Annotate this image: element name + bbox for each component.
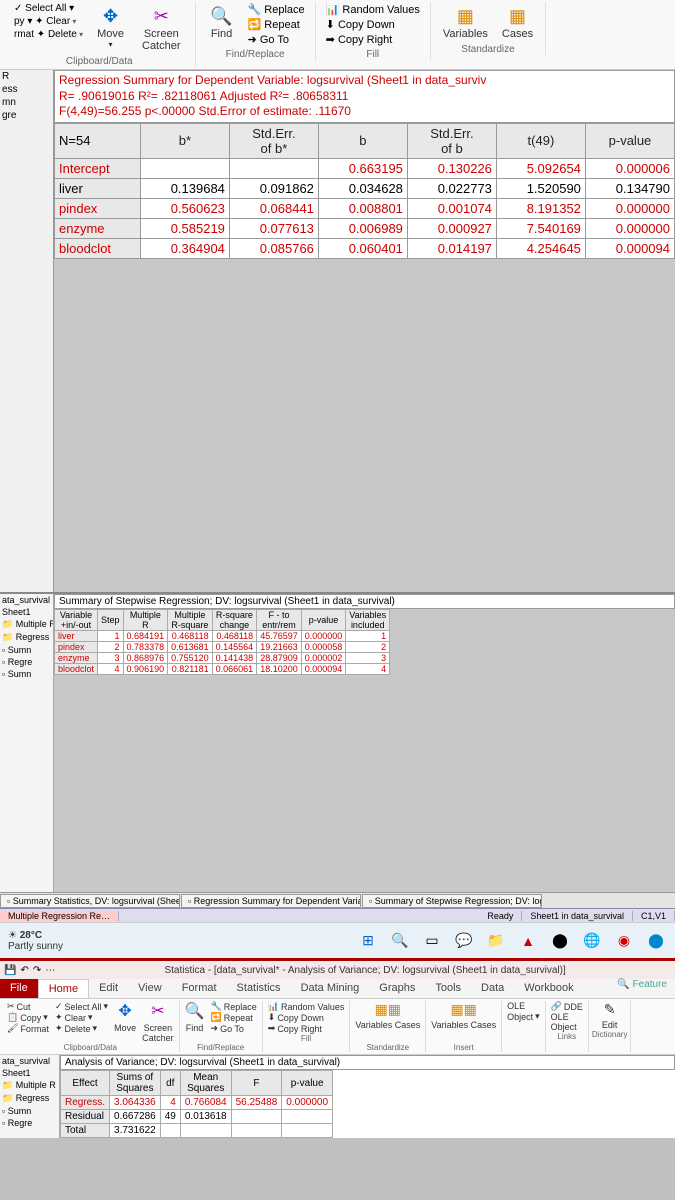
move-icon: ✥: [99, 4, 123, 28]
app2-icon[interactable]: ◉: [613, 930, 635, 952]
repeat-button[interactable]: 🔁 Repeat: [244, 17, 309, 32]
replace-button2[interactable]: 🔧 Replace: [209, 1001, 259, 1012]
status-bar: Multiple Regression Re… Ready Sheet1 in …: [0, 908, 675, 922]
ribbon-top: ✓ Select All ▾ py ▾ ✦ Clear rmat ✦ Delet…: [0, 0, 675, 70]
variables-button[interactable]: ▦Variables: [437, 2, 494, 42]
varcases-button[interactable]: ▦▦Variables Cases: [353, 1001, 422, 1043]
tab-graphs[interactable]: Graphs: [369, 979, 425, 998]
ole-button[interactable]: OLE: [505, 1001, 542, 1011]
tab-datamining[interactable]: Data Mining: [291, 979, 370, 998]
tab-file[interactable]: File: [0, 979, 38, 998]
anova-tree[interactable]: ata_survivalSheet1 📁 Multiple R 📁 Regres…: [0, 1055, 60, 1138]
find-button2[interactable]: 🔍Find: [183, 1001, 207, 1043]
workbook-tree[interactable]: Ressmngre: [0, 70, 54, 592]
screen-catcher-button2[interactable]: ✂Screen Catcher: [140, 1001, 176, 1043]
windows-start-icon[interactable]: ⊞: [357, 930, 379, 952]
second-ribbon: ✂ Cut 📋 Copy ▾ 🖌 Format ✓ Select All ▾ ✦…: [0, 999, 675, 1055]
tab-edit[interactable]: Edit: [89, 979, 128, 998]
second-window: 💾 ↶ ↷ ⋯ Statistica - [data_survival* - A…: [0, 958, 675, 1138]
object-button[interactable]: Object ▾: [505, 1011, 542, 1022]
regression-header: Regression Summary for Dependent Variabl…: [54, 70, 675, 123]
tab-data[interactable]: Data: [471, 979, 514, 998]
dde-button[interactable]: 🔗 DDE: [549, 1001, 585, 1012]
workbook-tabs: ▫ Summary Statistics, DV: logsurvival (S…: [0, 892, 675, 908]
cases-button[interactable]: ▦Cases: [496, 2, 539, 42]
anova-table: Effect Sums of Squares df Mean Squares F…: [60, 1070, 333, 1138]
group-findreplace: Find/Replace: [226, 49, 285, 60]
copy-button[interactable]: py ▾ ✦ Clear: [10, 15, 87, 28]
group-standardize: Standardize: [461, 44, 514, 55]
window-title: Statistica - [data_survival* - Analysis …: [59, 965, 671, 976]
varcases-button2[interactable]: ▦▦Variables Cases: [429, 1001, 498, 1043]
feature-finder[interactable]: 🔍 Feature: [617, 979, 675, 998]
copydown-button2[interactable]: ⬇ Copy Down: [266, 1012, 347, 1023]
search-icon: 🔍: [210, 4, 234, 28]
weather-widget[interactable]: ☀ 28°CPartly sunny: [8, 930, 63, 952]
clear-button2[interactable]: ✦ Clear ▾: [53, 1012, 110, 1023]
regression-table: N=54 b* Std.Err. of b* b Std.Err. of b t…: [54, 123, 675, 259]
undo-icon[interactable]: ↶: [20, 965, 28, 976]
anova-header: Analysis of Variance; DV: logsurvival (S…: [60, 1055, 675, 1070]
random-button2[interactable]: 📊 Random Values: [266, 1001, 347, 1012]
stepwise-tree[interactable]: ata_survivalSheet1 📁 Multiple R 📁 Regres…: [0, 594, 54, 892]
random-values-button[interactable]: 📊 Random Values: [322, 2, 424, 17]
quick-access-toolbar: 💾 ↶ ↷ ⋯ Statistica - [data_survival* - A…: [0, 961, 675, 979]
copy-down-button[interactable]: ⬇ Copy Down: [322, 17, 424, 32]
taskbar: ☀ 28°CPartly sunny ⊞ 🔍 ▭ 💬 📁 ▲ ⬤ 🌐 ◉ ⬤: [0, 922, 675, 958]
group-fill: Fill: [366, 49, 379, 60]
move-button[interactable]: ✥Move▾: [89, 2, 132, 54]
n-cell: N=54: [55, 123, 141, 158]
copy-right-button[interactable]: ➡ Copy Right: [322, 32, 424, 47]
tab-workbook[interactable]: Workbook: [514, 979, 583, 998]
format-painter-button[interactable]: 🖌 Format: [5, 1023, 51, 1034]
object2-button[interactable]: Object: [549, 1022, 585, 1032]
find-button[interactable]: 🔍Find: [202, 2, 242, 47]
grid-icon: ▦: [506, 4, 530, 28]
select-all-button[interactable]: ✓ Select All ▾: [10, 2, 87, 15]
tab-statistics[interactable]: Statistics: [227, 979, 291, 998]
format-button[interactable]: rmat ✦ Delete: [10, 28, 87, 41]
replace-button[interactable]: 🔧 Replace: [244, 2, 309, 17]
cut-button[interactable]: ✂ Cut: [5, 1001, 51, 1012]
copyright-button2[interactable]: ➡ Copy Right: [266, 1023, 347, 1034]
regression-panel: Regression Summary for Dependent Variabl…: [54, 70, 675, 592]
scissors-icon: ✂: [149, 4, 173, 28]
goto-button2[interactable]: ➜ Go To: [209, 1023, 259, 1034]
app3-icon[interactable]: ⬤: [645, 930, 667, 952]
edit-button2[interactable]: ✎Edit: [592, 1001, 628, 1030]
search-icon[interactable]: 🔍: [389, 930, 411, 952]
move-button2[interactable]: ✥Move: [112, 1001, 138, 1043]
goto-button[interactable]: ➜ Go To: [244, 32, 309, 47]
tab-home[interactable]: Home: [38, 979, 89, 998]
stepwise-table: Variable +in/-out Step Multiple R Multip…: [54, 609, 390, 675]
tab-summary-stats[interactable]: ▫ Summary Statistics, DV: logsurvival (S…: [0, 894, 180, 908]
chat-icon[interactable]: 💬: [453, 930, 475, 952]
select-all-button2[interactable]: ✓ Select All ▾: [53, 1001, 110, 1012]
tab-tools[interactable]: Tools: [425, 979, 471, 998]
tab-stepwise[interactable]: ▫ Summary of Stepwise Regression; DV: lo…: [362, 894, 542, 908]
screen-catcher-button[interactable]: ✂Screen Catcher: [134, 2, 189, 54]
delete-button2[interactable]: ✦ Delete ▾: [53, 1023, 110, 1034]
group-clipboard: Clipboard/Data: [66, 56, 133, 67]
ribbon-tabs: File Home Edit View Format Statistics Da…: [0, 979, 675, 999]
menu-icon[interactable]: ⋯: [45, 965, 55, 976]
app-icon[interactable]: ⬤: [549, 930, 571, 952]
stepwise-header: Summary of Stepwise Regression; DV: logs…: [54, 594, 675, 609]
save-icon[interactable]: 💾: [4, 965, 16, 976]
tab-regression[interactable]: ▫ Regression Summary for Dependent Varia…: [181, 894, 361, 908]
tab-format[interactable]: Format: [172, 979, 227, 998]
copy-button2[interactable]: 📋 Copy ▾: [5, 1012, 51, 1023]
ole2-button[interactable]: OLE: [549, 1012, 585, 1022]
explorer-icon[interactable]: 📁: [485, 930, 507, 952]
task-view-icon[interactable]: ▭: [421, 930, 443, 952]
grid-icon: ▦: [453, 4, 477, 28]
repeat-button2[interactable]: 🔁 Repeat: [209, 1012, 259, 1023]
chrome-icon[interactable]: 🌐: [581, 930, 603, 952]
pdf-icon[interactable]: ▲: [517, 930, 539, 952]
redo-icon[interactable]: ↷: [33, 965, 41, 976]
tab-view[interactable]: View: [128, 979, 172, 998]
